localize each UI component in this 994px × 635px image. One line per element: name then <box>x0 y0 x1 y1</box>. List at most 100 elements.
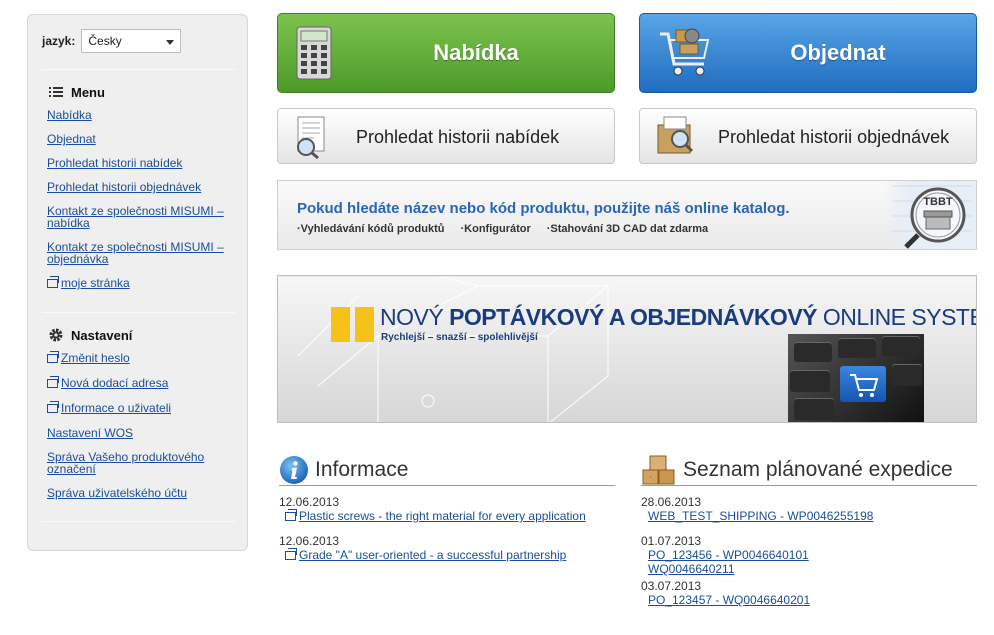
menu-link-my-page[interactable]: moje stránka <box>61 276 130 290</box>
shipping-link[interactable]: PO_123457 - WQ0046640201 <box>648 593 810 607</box>
news-list: 12.06.2013 Plastic screws - the right ma… <box>279 495 615 562</box>
shopping-cart-icon <box>850 374 879 397</box>
shipping-title: Seznam plánované expedice <box>683 457 953 481</box>
shipping-date: 03.07.2013 <box>641 579 702 593</box>
shipping-header: Seznam plánované expedice <box>641 455 977 486</box>
settings-link-address[interactable]: Nová dodací adresa <box>61 376 168 390</box>
news-date: 12.06.2013 <box>279 534 340 548</box>
popup-window-icon <box>47 401 59 413</box>
language-select[interactable]: Česky <box>81 29 182 53</box>
popup-window-icon <box>47 351 59 363</box>
keyboard-image <box>788 334 924 422</box>
catalog-banner[interactable]: Pokud hledáte název nebo kód produktu, p… <box>277 180 977 250</box>
shipping-section: Seznam plánované expedice 28.06.2013 WEB… <box>641 455 977 607</box>
menu-link-contact-quote[interactable]: Kontakt ze společnosti MISUMI – nabídka <box>47 204 224 230</box>
popup-window-icon <box>47 276 59 288</box>
boxes-icon <box>642 455 675 484</box>
settings-item-user-info: Informace o uživateli <box>47 401 171 415</box>
catalog-link-configurator[interactable]: ·Konfigurátor <box>461 223 531 235</box>
tbbt-badge: TBBT <box>923 196 953 208</box>
popup-window-icon <box>47 376 59 388</box>
shipping-link[interactable]: WEB_TEST_SHIPPING - WP0046255198 <box>648 509 873 523</box>
catalog-banner-links: ·Vyhledávání kódů produktů ·Konfigurátor… <box>297 223 708 235</box>
banner-tagline: Rychlejší – snazší – spolehlivější <box>381 332 538 343</box>
menu-link-order-history[interactable]: Prohledat historii objednávek <box>47 180 201 194</box>
popup-window-icon <box>285 548 297 560</box>
quote-button[interactable]: Nabídka <box>277 13 615 93</box>
box-search-icon <box>657 116 694 154</box>
information-section: Informace 12.06.2013 Plastic screws - th… <box>279 455 615 562</box>
shipping-link[interactable]: WQ0046640211 <box>648 562 735 576</box>
menu-link-quote[interactable]: Nabídka <box>47 108 92 122</box>
language-label: jazyk: <box>42 34 76 48</box>
news-date: 12.06.2013 <box>279 495 340 509</box>
document-search-icon <box>297 116 325 159</box>
order-history-button[interactable]: Prohledat historii objednávek <box>639 108 977 164</box>
catalog-link-product-codes[interactable]: ·Vyhledávání kódů produktů <box>297 223 445 235</box>
info-icon <box>280 455 308 484</box>
sidebar: jazyk: Česky Menu Nabídka Objednat Prohl… <box>27 14 248 551</box>
menu-item-quote-history: Prohledat historii nabídek <box>47 157 182 169</box>
menu-link-quote-history[interactable]: Prohledat historii nabídek <box>47 156 182 170</box>
menu-item-order: Objednat <box>47 133 96 145</box>
banner-yellow-bar <box>331 307 350 342</box>
menu-heading: Menu <box>48 84 105 100</box>
settings-heading: Nastavení <box>48 327 132 343</box>
menu-link-contact-order[interactable]: Kontakt ze společnosti MISUMI – objednáv… <box>47 240 224 266</box>
order-history-button-label: Prohledat historii objednávek <box>718 127 950 147</box>
settings-item-address: Nová dodací adresa <box>47 376 168 390</box>
news-link[interactable]: Plastic screws - the right material for … <box>299 509 586 523</box>
quote-history-button-label: Prohledat historii nabídek <box>356 127 560 147</box>
divider <box>42 521 235 522</box>
settings-item-wos: Nastavení WOS <box>47 427 133 439</box>
settings-item-account: Správa uživatelského účtu <box>47 487 187 499</box>
language-select-value: Česky <box>88 34 122 48</box>
settings-link-user-info[interactable]: Informace o uživateli <box>61 401 171 415</box>
shipping-date: 28.06.2013 <box>641 495 702 509</box>
settings-link-account[interactable]: Správa uživatelského účtu <box>47 486 187 500</box>
menu-link-order[interactable]: Objednat <box>47 132 96 146</box>
shipping-item: 03.07.2013 PO_123457 - WQ0046640201 <box>641 579 977 607</box>
settings-link-password[interactable]: Změnit heslo <box>61 351 130 365</box>
catalog-link-cad-download[interactable]: ·Stahování 3D CAD dat zdarma <box>547 223 708 235</box>
settings-link-wos[interactable]: Nastavení WOS <box>47 426 133 440</box>
catalog-graphic: TBBT <box>882 181 976 249</box>
list-icon <box>49 87 63 97</box>
order-button-label: Objednat <box>790 40 886 65</box>
information-header: Informace <box>279 455 615 486</box>
gear-icon <box>49 328 63 342</box>
menu-item-my-page: moje stránka <box>47 276 130 290</box>
divider <box>42 312 235 313</box>
settings-item-product-labels: Správa Vašeho produktového označení <box>47 451 222 475</box>
chevron-down-icon <box>166 40 175 45</box>
shipping-item: 28.06.2013 WEB_TEST_SHIPPING - WP0046255… <box>641 495 977 534</box>
shipping-date: 01.07.2013 <box>641 534 702 548</box>
news-item: 12.06.2013 Grade "A" user-oriented - a s… <box>279 534 615 562</box>
settings-link-product-labels[interactable]: Správa Vašeho produktového označení <box>47 450 204 476</box>
shipping-link[interactable]: PO_123456 - WP0046640101 <box>648 548 809 562</box>
settings-item-password: Změnit heslo <box>47 351 130 365</box>
settings-title: Nastavení <box>71 327 133 343</box>
banner-headline: NOVÝ POPTÁVKOVÝ A OBJEDNÁVKOVÝ ONLINE SY… <box>380 304 976 330</box>
popup-window-icon <box>285 509 297 521</box>
news-link[interactable]: Grade "A" user-oriented - a successful p… <box>299 548 566 562</box>
menu-item-contact-quote: Kontakt ze společnosti MISUMI – nabídka <box>47 205 232 229</box>
tbbt-magnifier-icon: TBBT <box>892 185 972 249</box>
menu-item-order-history: Prohledat historii objednávek <box>47 181 201 193</box>
online-system-banner[interactable]: NOVÝ POPTÁVKOVÝ A OBJEDNÁVKOVÝ ONLINE SY… <box>277 275 977 423</box>
order-button[interactable]: Objednat <box>639 13 977 93</box>
shipping-item: 01.07.2013 PO_123456 - WP0046640101 WQ00… <box>641 534 977 579</box>
menu-item-quote: Nabídka <box>47 109 92 121</box>
menu-item-contact-order: Kontakt ze společnosti MISUMI – objednáv… <box>47 241 232 265</box>
banner-yellow-bar <box>355 307 374 342</box>
shipping-list: 28.06.2013 WEB_TEST_SHIPPING - WP0046255… <box>641 495 977 607</box>
information-title: Informace <box>315 457 409 481</box>
quote-history-button[interactable]: Prohledat historii nabídek <box>277 108 615 164</box>
cart-key <box>840 366 886 402</box>
language-selector: jazyk: Česky <box>42 29 182 53</box>
divider <box>42 69 235 70</box>
menu-title: Menu <box>71 84 105 100</box>
news-item: 12.06.2013 Plastic screws - the right ma… <box>279 495 615 534</box>
quote-button-label: Nabídka <box>433 40 519 65</box>
catalog-banner-title: Pokud hledáte název nebo kód produktu, p… <box>297 200 790 217</box>
